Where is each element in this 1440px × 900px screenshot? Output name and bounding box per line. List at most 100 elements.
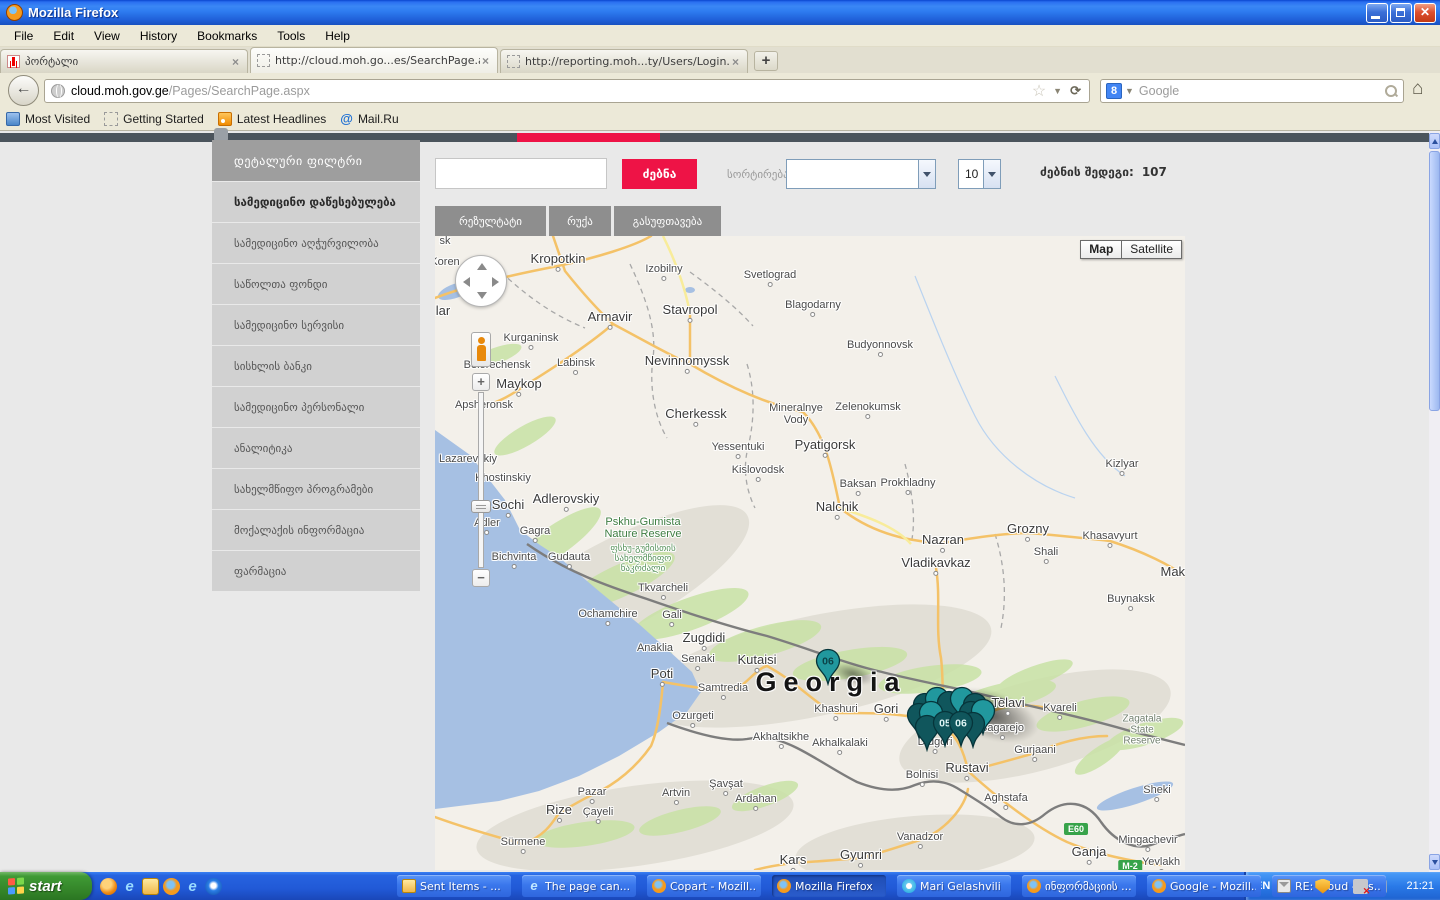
search-submit-button[interactable]: ძებნა [622,159,697,189]
search-magnifier-icon[interactable] [1384,84,1398,98]
pan-right-icon[interactable] [492,277,499,287]
map-type-satellite-button[interactable]: Satellite [1121,240,1182,259]
taskbar-button[interactable]: Sent Items - ... [397,875,511,897]
url-bar[interactable]: cloud.moh.gov.ge /Pages/SearchPage.aspx … [44,79,1090,103]
zoom-slider-track[interactable] [478,392,484,568]
sidebar-item[interactable]: საწოლთა ფონდი [212,264,420,304]
tab-close-icon[interactable]: × [480,54,491,68]
sidebar-item[interactable]: სისხლის ბანკი [212,346,420,386]
sidebar-item[interactable]: ფარმაცია [212,551,420,591]
window-titlebar[interactable]: Mozilla Firefox ✕ [0,0,1440,25]
bookmark-star-icon[interactable]: ☆ [1029,81,1049,101]
map-marker[interactable]: 06 [815,648,841,691]
google-map[interactable]: skKorenKropotkinIzobilnySvetlogradBlagod… [435,236,1185,870]
search-engine-dropdown-icon[interactable]: ▼ [1122,86,1139,96]
taskbar-button[interactable]: Google - Mozill... [1147,875,1261,897]
taskbar-button[interactable]: Mozilla Firefox [772,875,886,897]
close-button[interactable]: ✕ [1414,3,1436,23]
results-number: 107 [1142,165,1167,179]
page-size-arrow-icon[interactable] [983,160,1000,188]
view-tab[interactable]: რუქა [549,206,611,236]
start-button[interactable]: start [0,872,92,900]
bookmark-item[interactable]: @Mail.Ru [340,112,398,126]
map-pan-control[interactable] [455,255,507,307]
bookmark-item[interactable]: Latest Headlines [218,112,326,126]
home-button[interactable]: ⌂ [1412,78,1423,100]
browser-tab[interactable]: http://reporting.moh...ty/Users/Login.as… [500,49,748,73]
sidebar-item[interactable]: სამედიცინო აღჭურვილობა [212,223,420,263]
pan-down-icon[interactable] [477,292,487,299]
page-size-select[interactable]: 10 [958,159,1001,189]
new-tab-button[interactable]: + [754,51,778,71]
taskbar-button[interactable]: Copart - Mozill... [647,875,761,897]
scrollbar-thumb[interactable] [1429,151,1440,411]
scroll-down-icon[interactable] [1429,854,1440,870]
map-marker[interactable]: 06 [948,710,974,753]
zoom-out-button[interactable]: − [472,569,490,587]
back-button[interactable] [8,75,39,106]
email-notes-icon[interactable] [142,878,159,895]
sidebar-item[interactable]: მოქალაქის ინფორმაცია [212,510,420,550]
bookmark-item[interactable]: Getting Started [104,112,204,126]
browser-tab[interactable]: პორტალი× [0,49,248,73]
view-tab[interactable]: გასუფთავება [614,206,721,236]
bookmark-item[interactable]: Most Visited [6,112,90,126]
windows-taskbar: start e e Sent Items - ... eThe page can.… [0,872,1440,900]
search-bar[interactable]: 8 ▼ [1100,79,1404,103]
bookmark-label: Getting Started [123,112,204,126]
placeholder-favicon-icon [257,54,270,67]
results-label: ძებნის შედეგი: [1040,165,1134,179]
taskbar-button[interactable]: eThe page can... [522,875,636,897]
search-query-input[interactable] [435,158,607,189]
tab-close-icon[interactable]: × [230,55,241,69]
pan-left-icon[interactable] [463,277,470,287]
page-scrollbar[interactable] [1429,131,1440,872]
taskbar-button-label: Google - Mozill... [1170,880,1256,893]
menu-item-bookmarks[interactable]: Bookmarks [187,26,267,46]
minimize-button[interactable] [1366,3,1388,23]
sidebar-item[interactable]: სამედიცინო სერვისი [212,305,420,345]
web-search-input[interactable] [1139,84,1384,98]
sidebar-item[interactable]: სახელმწიფო პროგრამები [212,469,420,509]
tab-close-icon[interactable]: × [730,55,741,69]
browser-orange-icon[interactable] [100,878,117,895]
zoom-slider-handle[interactable] [471,500,491,513]
taskbar-button[interactable]: Mari Gelashvili [897,875,1011,897]
sidebar-item[interactable]: სამედიცინო პერსონალი [212,387,420,427]
sort-select-arrow-icon[interactable] [918,160,935,188]
map-type-control: Map Satellite [1080,240,1182,259]
menu-item-tools[interactable]: Tools [267,26,315,46]
taskbar-button[interactable]: ინფორმაციის ... [1022,875,1136,897]
zoom-in-button[interactable]: + [472,373,490,391]
street-view-pegman[interactable] [471,332,491,367]
menu-item-history[interactable]: History [130,26,187,46]
bookmark-label: Most Visited [25,112,90,126]
pan-up-icon[interactable] [477,263,487,270]
results-count: ძებნის შედეგი: 107 [1040,165,1167,179]
sidebar-item[interactable]: სამედიცინო დაწესებულება [212,182,420,222]
close-icon: ✕ [1415,5,1435,19]
clock[interactable]: 21:21 [1406,880,1434,892]
sort-select[interactable] [786,159,936,189]
reload-icon[interactable]: ⟳ [1066,83,1085,99]
map-type-map-button[interactable]: Map [1080,240,1121,259]
antivirus-alert-icon[interactable] [1353,879,1368,894]
menu-item-help[interactable]: Help [315,26,360,46]
browser-tab[interactable]: http://cloud.moh.go...es/SearchPage.aspx… [250,47,498,73]
scroll-up-icon[interactable] [1429,133,1440,149]
restore-icon [1396,8,1405,17]
menu-item-edit[interactable]: Edit [43,26,84,46]
firefox-quicklaunch-icon[interactable] [163,878,180,895]
internet-explorer-icon[interactable]: e [121,878,138,895]
windows-flag-icon [8,877,24,894]
url-dropdown-icon[interactable]: ▼ [1049,86,1066,96]
internet-explorer-2-icon[interactable]: e [184,878,201,895]
menu-item-view[interactable]: View [84,26,130,46]
menu-bar: FileEditViewHistoryBookmarksToolsHelp [0,25,1440,47]
view-tab[interactable]: რეზულტატი [435,206,546,236]
menu-item-file[interactable]: File [4,26,43,46]
sidebar-item[interactable]: ანალიტიკა [212,428,420,468]
media-player-icon[interactable] [205,878,222,895]
restore-button[interactable] [1390,3,1412,23]
taskbar-button-label: Mari Gelashvili [920,880,1001,893]
